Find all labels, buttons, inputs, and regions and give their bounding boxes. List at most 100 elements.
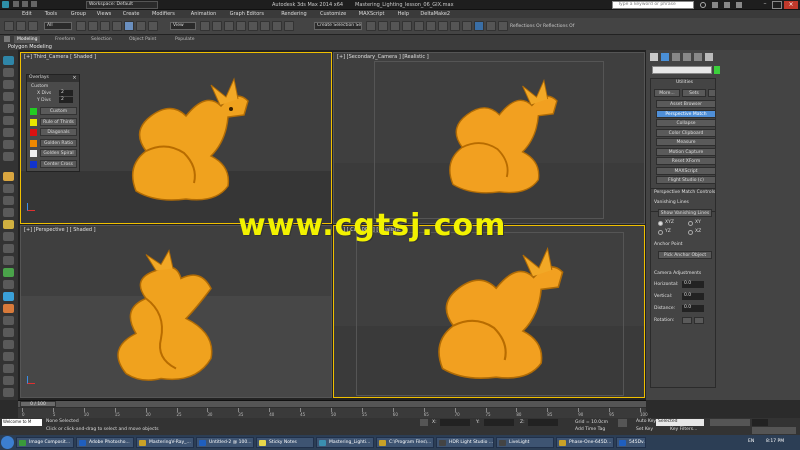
viewport-secondary-camera[interactable]: [+] [Secondary_Camera ] [Realistic ]	[333, 52, 645, 224]
utilities-tab-icon[interactable]	[705, 53, 713, 61]
utility-collapse-button[interactable]: Collapse	[656, 119, 716, 127]
set-key-button[interactable]: Set Key	[636, 427, 653, 432]
link-icon[interactable]	[28, 21, 38, 31]
select-by-name-icon[interactable]	[88, 21, 98, 31]
pick-anchor-button[interactable]: Pick Anchor Object	[658, 251, 712, 259]
redo-icon[interactable]	[16, 21, 26, 31]
utility-icon[interactable]	[3, 316, 14, 325]
radio-dot-icon[interactable]	[688, 230, 693, 235]
vertical-input[interactable]: 0.0	[682, 293, 704, 300]
timeline[interactable]: 0 / 100 0 5 10 15 20 25 30 35 40 45 50 55 60 65 70 75 80…	[18, 400, 648, 418]
fire-icon[interactable]	[3, 304, 14, 313]
window-crossing-icon[interactable]	[112, 21, 122, 31]
container-icon[interactable]	[3, 56, 14, 65]
menu-item-edit[interactable]: Edit	[22, 11, 32, 17]
viewport-perspective[interactable]: [+] [Perspective ] [ Shaded ]	[20, 225, 332, 398]
current-frame-input[interactable]	[752, 419, 768, 426]
manipulate-icon[interactable]	[212, 21, 222, 31]
utility-flight-studio-c--button[interactable]: Flight Studio (c)	[656, 176, 716, 184]
walkthrough-icon[interactable]	[3, 340, 14, 349]
taskbar-item[interactable]: LiveLight	[496, 437, 554, 448]
overlay-option[interactable]: Rule of Thirds	[29, 117, 77, 127]
playback-controls[interactable]	[710, 419, 750, 426]
workspace-dropdown[interactable]: Workspace: Default	[86, 1, 158, 9]
time-slider-thumb[interactable]: 0 / 100	[20, 401, 56, 407]
layer-explorer-icon[interactable]	[3, 80, 14, 89]
dragon-model[interactable]	[101, 246, 251, 391]
menu-item-help[interactable]: Help	[398, 11, 409, 17]
viewport-navigation-controls[interactable]	[752, 427, 796, 434]
y-divs-input[interactable]: 2	[59, 97, 73, 103]
taskbar-item[interactable]: Sticky Notes	[256, 437, 314, 448]
layer-manager-icon[interactable]	[390, 21, 400, 31]
spacing-icon[interactable]	[3, 152, 14, 161]
angle-snap-icon[interactable]	[248, 21, 258, 31]
selected-dropdown[interactable]: Selected	[656, 419, 704, 426]
lock-selection-icon[interactable]	[420, 419, 428, 426]
display-icon[interactable]	[3, 280, 14, 289]
menu-item-group[interactable]: Group	[71, 11, 86, 17]
render-icon[interactable]	[474, 21, 484, 31]
align-icon[interactable]	[378, 21, 388, 31]
rotate-icon[interactable]	[136, 21, 146, 31]
snap-toggle-icon[interactable]	[236, 21, 246, 31]
save-file-icon[interactable]	[31, 1, 37, 7]
ribbon-tab-selection[interactable]: Selection	[88, 36, 115, 43]
overlay-option-button[interactable]: Rule of Thirds	[40, 117, 77, 126]
taskbar-item[interactable]: Mastering_Lighti...	[316, 437, 374, 448]
rendered-frame-icon[interactable]	[462, 21, 472, 31]
render-setup-icon[interactable]	[450, 21, 460, 31]
overlay-option-button[interactable]: Center Cross	[40, 159, 77, 168]
clock[interactable]: 8:17 PM	[766, 439, 784, 444]
overlay-option[interactable]: Diagonals	[29, 128, 77, 137]
teapot-icon[interactable]	[498, 21, 508, 31]
name-field[interactable]	[652, 66, 712, 74]
rotate-left-button[interactable]	[682, 317, 692, 324]
zoom-icon[interactable]	[3, 376, 14, 385]
hierarchy-tab-icon[interactable]	[672, 53, 680, 61]
radio-dot-icon[interactable]	[688, 221, 693, 226]
search-icon[interactable]	[700, 2, 706, 8]
target-icon[interactable]	[3, 232, 14, 241]
key-icon[interactable]	[618, 419, 627, 427]
graphite-toggle-icon[interactable]	[402, 21, 412, 31]
schematic-view-icon[interactable]	[426, 21, 436, 31]
ribbon-tab-populate[interactable]: Populate	[172, 36, 198, 43]
overlay-option-button[interactable]: Golden Ratio	[40, 138, 77, 147]
minimize-button[interactable]: –	[760, 1, 770, 9]
radio-dot-icon[interactable]	[658, 230, 663, 235]
radio-dot-icon[interactable]	[658, 221, 663, 226]
move-icon[interactable]	[124, 21, 134, 31]
taskbar-item[interactable]: Adobe Photosho...	[76, 437, 134, 448]
menu-item-deltamake2[interactable]: DeltaMake2	[420, 11, 450, 17]
configure-sets-icon[interactable]	[708, 89, 716, 97]
hierarchy-icon[interactable]	[3, 244, 14, 253]
auto-key-button[interactable]: Auto Key	[636, 419, 656, 424]
scene-explorer-icon[interactable]	[3, 68, 14, 77]
pan-icon[interactable]	[3, 352, 14, 361]
overlay-option-button[interactable]: Diagonals	[40, 128, 77, 136]
curve-editor-icon[interactable]	[414, 21, 424, 31]
named-selection-dropdown[interactable]: Create Selection Se	[314, 22, 362, 30]
camera-icon[interactable]	[3, 184, 14, 193]
display-tab-icon[interactable]	[694, 53, 702, 61]
utility-reset-xform-button[interactable]: Reset XForm	[656, 157, 716, 165]
create-tab-icon[interactable]	[650, 53, 658, 61]
taskbar-item[interactable]: Untitled-2 @ 100...	[196, 437, 254, 448]
sphere-icon[interactable]	[3, 268, 14, 277]
utility-color-clipboard-button[interactable]: Color Clipboard	[656, 128, 716, 137]
search-input[interactable]: Type a keyword or phrase	[612, 1, 694, 9]
x-divs-input[interactable]: 2	[59, 90, 73, 96]
close-button[interactable]: ×	[784, 1, 798, 9]
overlay-option[interactable]: Golden Ratio	[29, 138, 77, 148]
menu-item-create[interactable]: Create	[123, 11, 140, 17]
taskbar-item[interactable]: MasteringV-Ray_...	[136, 437, 194, 448]
script-icon[interactable]	[3, 328, 14, 337]
utility-perspective-match-button[interactable]: Perspective Match	[656, 109, 716, 118]
motion-icon[interactable]	[3, 256, 14, 265]
add-time-tag[interactable]: Add Time Tag	[575, 427, 605, 432]
app-logo-icon[interactable]	[2, 1, 9, 8]
time-slider-track[interactable]	[18, 401, 646, 407]
distance-input[interactable]: 0.0	[682, 305, 704, 312]
taskbar-item[interactable]: Image Composit...	[16, 437, 74, 448]
